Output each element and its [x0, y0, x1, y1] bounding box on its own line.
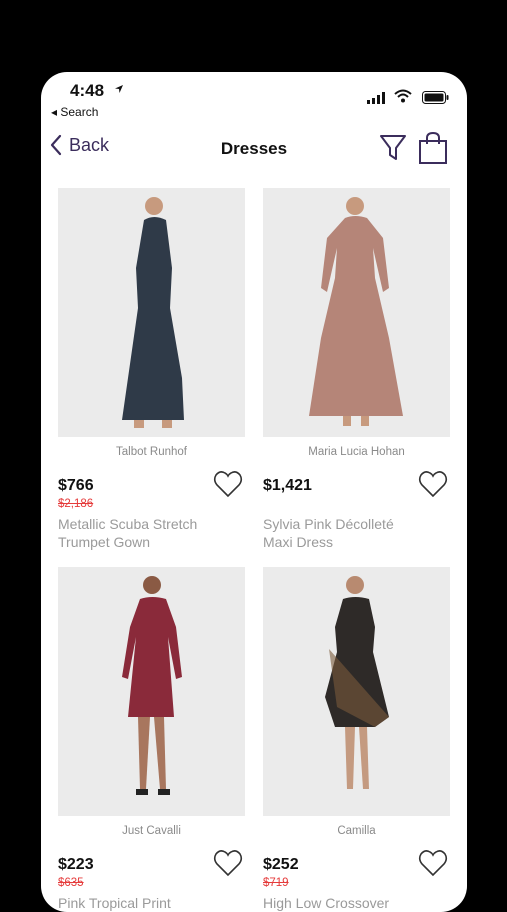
- battery-icon: [422, 91, 449, 104]
- product-brand: Maria Lucia Hohan: [308, 446, 405, 458]
- product-card[interactable]: Talbot Runhof $766 $2,186 Metallic Scuba…: [58, 188, 245, 550]
- product-original-price: $635: [58, 877, 84, 889]
- heart-icon[interactable]: [418, 849, 448, 877]
- dress-photo: [325, 576, 389, 789]
- product-name: High Low Crossover: [263, 894, 450, 912]
- location-arrow-icon: [115, 85, 123, 93]
- product-name: Sylvia Pink Décolleté Maxi Dress: [263, 515, 450, 551]
- product-name: Pink Tropical Print: [58, 894, 245, 912]
- product-brand: Just Cavalli: [122, 825, 181, 837]
- navigation-bar: Back Dresses: [41, 124, 467, 172]
- product-original-price: $719: [263, 877, 289, 889]
- product-card[interactable]: Camilla $252 $719 High Low Crossover: [263, 567, 450, 911]
- product-price: $766: [58, 477, 94, 494]
- product-card[interactable]: Just Cavalli $223 $635 Pink Tropical Pri…: [58, 567, 245, 911]
- product-brand: Talbot Runhof: [116, 446, 187, 458]
- product-name-line: Pink Tropical Print: [58, 895, 171, 911]
- product-name-line: High Low Crossover: [263, 895, 390, 911]
- phone-screen: 4:48 ◂ Search Back Dresses Talbot Runhof: [41, 72, 467, 912]
- product-image[interactable]: [263, 188, 450, 437]
- status-time: 4:48: [70, 81, 105, 100]
- product-price: $252: [263, 856, 299, 873]
- dress-photo: [122, 197, 184, 428]
- product-image[interactable]: [58, 567, 245, 816]
- product-original-price: $2,186: [58, 498, 94, 510]
- shopping-bag-icon[interactable]: [418, 131, 448, 165]
- product-image[interactable]: [58, 188, 245, 437]
- product-name-line: Metallic Scuba Stretch: [58, 516, 198, 532]
- product-name-line: Maxi Dress: [263, 534, 334, 550]
- signal-icon: [367, 92, 385, 104]
- product-name: Metallic Scuba Stretch Trumpet Gown: [58, 515, 245, 551]
- back-to-app-link[interactable]: ◂ Search: [51, 105, 98, 119]
- dress-photo: [122, 576, 182, 795]
- wifi-icon: [394, 89, 412, 103]
- product-name-line: Sylvia Pink Décolleté: [263, 516, 394, 532]
- product-brand: Camilla: [337, 825, 376, 837]
- filter-icon[interactable]: [379, 132, 407, 162]
- product-price: $1,421: [263, 477, 312, 494]
- status-bar: 4:48 ◂ Search: [41, 72, 467, 120]
- heart-icon[interactable]: [213, 470, 243, 498]
- heart-icon[interactable]: [418, 470, 448, 498]
- product-price: $223: [58, 856, 94, 873]
- product-name-line: Trumpet Gown: [58, 534, 151, 550]
- dress-photo: [309, 197, 403, 426]
- product-image[interactable]: [263, 567, 450, 816]
- heart-icon[interactable]: [213, 849, 243, 877]
- product-card[interactable]: Maria Lucia Hohan $1,421 Sylvia Pink Déc…: [263, 188, 450, 550]
